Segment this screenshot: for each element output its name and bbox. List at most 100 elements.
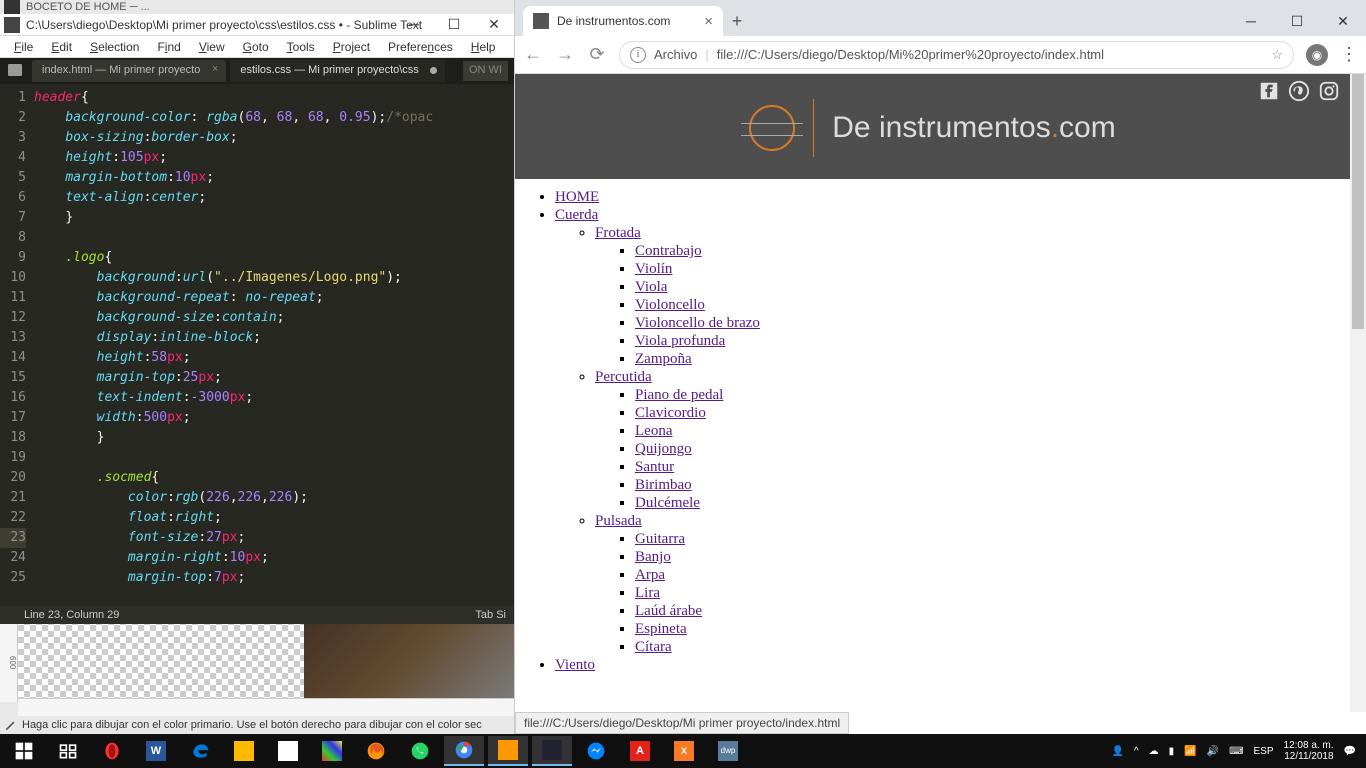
nav-link[interactable]: Violín bbox=[635, 261, 672, 277]
nav-link[interactable]: Banjo bbox=[635, 549, 671, 565]
menu-project[interactable]: Project bbox=[325, 36, 378, 57]
battery-icon[interactable]: ▮ bbox=[1169, 746, 1175, 757]
tab-overflow[interactable]: ON WI bbox=[463, 61, 508, 81]
menu-edit[interactable]: Edit bbox=[43, 36, 80, 57]
instagram-icon[interactable] bbox=[1318, 80, 1340, 102]
info-icon[interactable]: i bbox=[630, 47, 646, 63]
list-item: Clavicordio bbox=[635, 405, 1350, 422]
site-logo[interactable]: De instrumentos.com bbox=[749, 99, 1115, 157]
taskbar-firefox[interactable] bbox=[356, 736, 396, 766]
code-editor[interactable]: header{ background-color: rgba(68, 68, 6… bbox=[34, 84, 514, 606]
maximize-button[interactable]: ☐ bbox=[434, 14, 474, 36]
forward-button[interactable]: → bbox=[555, 44, 575, 65]
minimize-button[interactable]: ─ bbox=[394, 14, 434, 36]
new-tab-button[interactable]: + bbox=[723, 8, 751, 36]
tray-chevron-icon[interactable]: ^ bbox=[1134, 746, 1139, 757]
taskbar-messenger[interactable] bbox=[576, 736, 616, 766]
taskbar-xampp[interactable]: X bbox=[664, 736, 704, 766]
list-item: Viola bbox=[635, 279, 1350, 296]
menu-find[interactable]: Find bbox=[149, 36, 188, 57]
nav-link[interactable]: Leona bbox=[635, 423, 672, 439]
maximize-button[interactable]: ☐ bbox=[1274, 6, 1320, 36]
nav-link[interactable]: Violoncello de brazo bbox=[635, 315, 760, 331]
pinterest-icon[interactable] bbox=[1288, 80, 1310, 102]
nav-link[interactable]: Arpa bbox=[635, 567, 665, 583]
nav-link[interactable]: Dulcémele bbox=[635, 495, 700, 511]
nav-link[interactable]: Piano de pedal bbox=[635, 387, 723, 403]
nav-link[interactable]: Quijongo bbox=[635, 441, 692, 457]
menu-preferences[interactable]: Preferences bbox=[380, 36, 461, 57]
list-item: Arpa bbox=[635, 567, 1350, 584]
tab-index-html[interactable]: index.html — Mi primer proyecto× bbox=[32, 60, 226, 82]
indent-setting[interactable]: Tab Si bbox=[475, 606, 506, 624]
browser-tab[interactable]: De instrumentos.com × bbox=[523, 6, 723, 36]
close-tab-icon[interactable]: × bbox=[704, 13, 713, 30]
onedrive-icon[interactable]: ☁ bbox=[1149, 746, 1159, 757]
taskbar-acrobat[interactable]: A bbox=[620, 736, 660, 766]
scrollbar-thumb[interactable] bbox=[1352, 74, 1364, 329]
taskbar-opera[interactable] bbox=[92, 736, 132, 766]
nav-link[interactable]: Birimbao bbox=[635, 477, 692, 493]
menu-help[interactable]: Help bbox=[463, 36, 504, 57]
nav-link[interactable]: Guitarra bbox=[635, 531, 685, 547]
notifications-icon[interactable]: 💬 bbox=[1344, 746, 1356, 757]
nav-link[interactable]: Clavicordio bbox=[635, 405, 706, 421]
taskbar-app1[interactable] bbox=[532, 736, 572, 766]
minimize-button[interactable]: ─ bbox=[1228, 6, 1274, 36]
chrome-menu-button[interactable]: ⋮ bbox=[1340, 44, 1358, 65]
wifi-icon[interactable]: 📶 bbox=[1184, 746, 1196, 757]
people-icon[interactable]: 👤 bbox=[1111, 746, 1123, 757]
taskbar-sublime[interactable] bbox=[488, 736, 528, 766]
nav-link[interactable]: Viola profunda bbox=[635, 333, 725, 349]
close-button[interactable]: ✕ bbox=[1320, 6, 1366, 36]
sublime-titlebar[interactable]: C:\Users\diego\Desktop\Mi primer proyect… bbox=[0, 14, 514, 36]
clock[interactable]: 12:08 a. m.12/11/2018 bbox=[1284, 740, 1334, 762]
taskbar-store[interactable] bbox=[268, 736, 308, 766]
taskbar-whatsapp[interactable] bbox=[400, 736, 440, 766]
nav-link[interactable]: Laúd árabe bbox=[635, 603, 702, 619]
taskbar-word[interactable]: W bbox=[136, 736, 176, 766]
back-button[interactable]: ← bbox=[523, 44, 543, 65]
nav-link[interactable]: Espineta bbox=[635, 621, 687, 637]
nav-link[interactable]: Contrabajo bbox=[635, 243, 702, 259]
url-path: file:///C:/Users/diego/Desktop/Mi%20prim… bbox=[717, 47, 1104, 62]
nav-link[interactable]: Cítara bbox=[635, 639, 672, 655]
list-item: Violín bbox=[635, 261, 1350, 278]
background-window-titlebar: BOCETO DE HOME ─ ... bbox=[0, 0, 514, 14]
canvas[interactable] bbox=[18, 624, 514, 698]
taskbar-paint[interactable] bbox=[312, 736, 352, 766]
tab-estilos-css[interactable]: estilos.css — Mi primer proyecto\css bbox=[230, 60, 444, 82]
taskbar-chrome[interactable] bbox=[444, 736, 484, 766]
windows-taskbar: W A X dwp 👤 ^ ☁ ▮ 📶 🔊 ⌨ ESP 12:08 a. m.1… bbox=[0, 734, 1366, 768]
nav-link[interactable]: Lira bbox=[635, 585, 660, 601]
address-bar[interactable]: i Archivo | file:///C:/Users/diego/Deskt… bbox=[619, 41, 1294, 69]
menu-file[interactable]: File bbox=[6, 36, 41, 57]
menu-selection[interactable]: Selection bbox=[82, 36, 147, 57]
menu-tools[interactable]: Tools bbox=[279, 36, 323, 57]
keyboard-icon[interactable]: ⌨ bbox=[1229, 746, 1243, 757]
menu-goto[interactable]: Goto bbox=[235, 36, 277, 57]
scrollbar-vertical[interactable] bbox=[1350, 74, 1366, 712]
nav-cuerda: Cuerda Frotada ContrabajoViolínViolaViol… bbox=[555, 207, 1350, 656]
menu-view[interactable]: View bbox=[191, 36, 233, 57]
close-button[interactable]: ✕ bbox=[474, 14, 514, 36]
facebook-icon[interactable] bbox=[1258, 80, 1280, 102]
list-item: Zampoña bbox=[635, 351, 1350, 368]
nav-link[interactable]: Violoncello bbox=[635, 297, 705, 313]
close-icon[interactable]: × bbox=[212, 63, 218, 75]
reload-button[interactable]: ⟳ bbox=[587, 44, 607, 65]
volume-icon[interactable]: 🔊 bbox=[1207, 746, 1219, 757]
nav-link[interactable]: Zampoña bbox=[635, 351, 692, 367]
taskbar-edge[interactable] bbox=[180, 736, 220, 766]
task-view-button[interactable] bbox=[48, 736, 88, 766]
bookmark-star-icon[interactable]: ☆ bbox=[1271, 47, 1283, 63]
taskbar-app2[interactable]: dwp bbox=[708, 736, 748, 766]
nav-link[interactable]: Santur bbox=[635, 459, 674, 475]
taskbar-explorer[interactable] bbox=[224, 736, 264, 766]
sidebar-toggle-icon[interactable] bbox=[8, 64, 22, 76]
profile-avatar[interactable]: ◉ bbox=[1306, 44, 1328, 66]
language-indicator[interactable]: ESP bbox=[1254, 746, 1274, 757]
scrollbar-horizontal[interactable] bbox=[18, 698, 514, 716]
nav-link[interactable]: Viola bbox=[635, 279, 667, 295]
start-button[interactable] bbox=[4, 736, 44, 766]
